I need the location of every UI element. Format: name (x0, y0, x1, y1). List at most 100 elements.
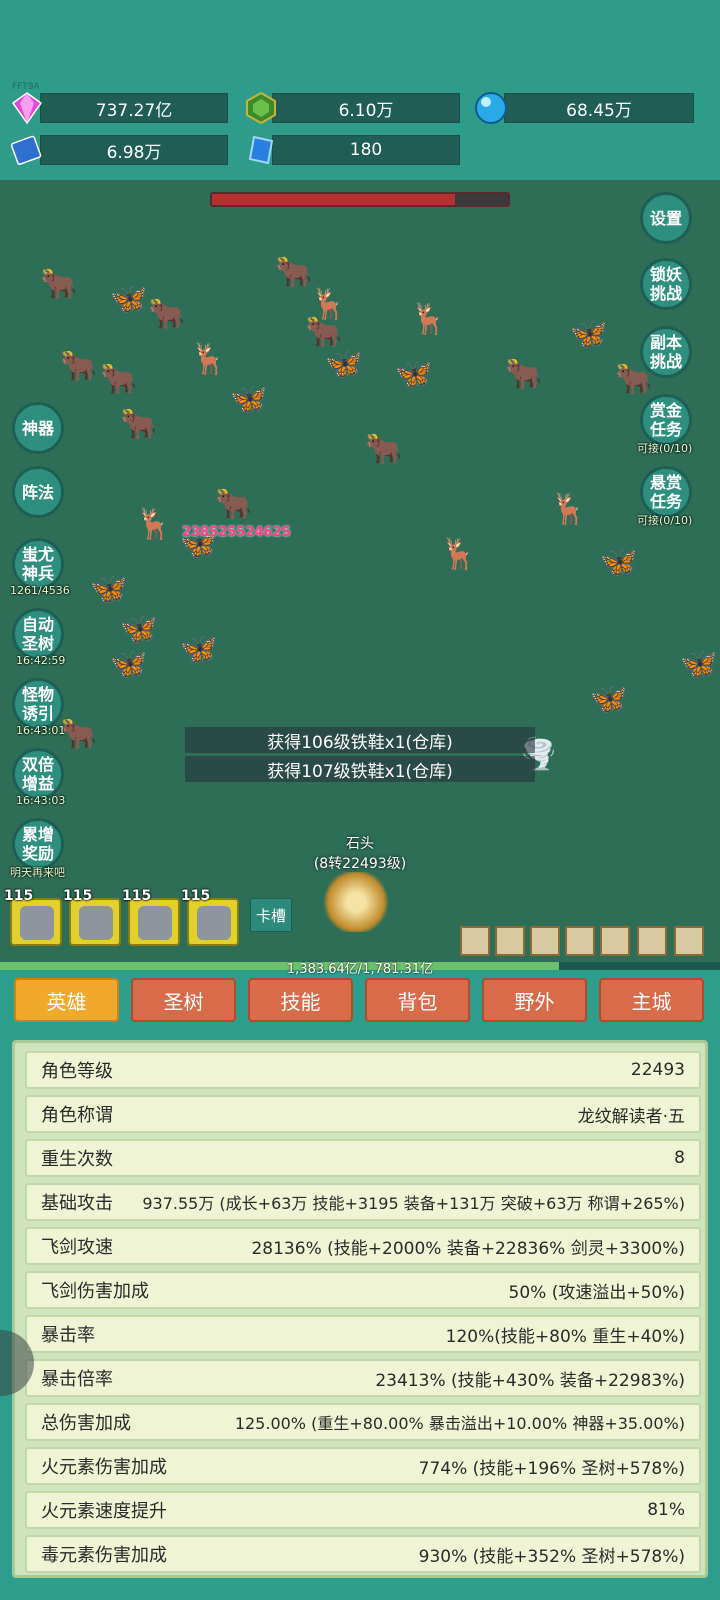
tab-main-city[interactable]: 主城 (599, 978, 704, 1022)
stat-row: 重生次数 8 (25, 1139, 701, 1177)
cumulative-reward-status: 明天再来吧 (10, 866, 65, 879)
stat-label: 重生次数 (41, 1149, 113, 1170)
monster-lure-button[interactable]: 怪物诱引 (12, 678, 64, 730)
tab-skills[interactable]: 技能 (248, 978, 353, 1022)
helmet-icon (79, 906, 113, 940)
artifact-button[interactable]: 神器 (12, 402, 64, 454)
skill-slot[interactable] (565, 926, 595, 956)
double-buff-button[interactable]: 双倍增益 (12, 748, 64, 800)
tab-holy-tree[interactable]: 圣树 (131, 978, 236, 1022)
dungeon-button[interactable]: 副本挑战 (640, 326, 692, 378)
hero-level: (8转22493级) (313, 856, 407, 872)
stat-label: 飞剑攻速 (41, 1237, 113, 1258)
artifact-label: 神器 (21, 418, 54, 438)
skill-slot[interactable] (674, 926, 704, 956)
book-counter: 6.98万 (40, 135, 228, 165)
chiyou-weapon-progress: 1261/4536 (10, 584, 70, 597)
skill-slot[interactable] (637, 926, 667, 956)
stat-row: 毒元素伤害加成 930% (技能+352% 圣树+578%) (25, 1535, 701, 1573)
main-tabs: 英雄 圣树 技能 背包 野外 主城 (0, 978, 720, 1028)
sword-icon (20, 906, 54, 940)
hero-stats-panel[interactable]: 角色等级 22493 角色称谓 龙纹解读者·五 重生次数 8 基础攻击 937.55万 … (12, 1040, 708, 1578)
exp-text: 1,383.64亿/1,781.31亿 (286, 962, 434, 977)
stat-row: 暴击率 120%(技能+80% 重生+40%) (25, 1315, 701, 1353)
stat-value: 937.55万 (成长+63万 技能+3195 装备+131万 突破+63万 称… (142, 1194, 685, 1213)
bounty-task-button[interactable]: 赏金任务 (640, 394, 692, 446)
skill-slot[interactable] (600, 926, 630, 956)
equip-level: 115 (63, 888, 93, 904)
equip-level: 115 (181, 888, 211, 904)
loot-toast: 获得106级铁鞋x1(仓库) (185, 727, 535, 753)
dungeon-label: 副本挑战 (649, 333, 682, 371)
diamond-counter: 737.27亿 (40, 93, 228, 123)
stat-value: 81% (647, 1500, 685, 1520)
demon-tower-button[interactable]: 锁妖挑战 (640, 258, 692, 310)
stat-value: 龙纹解读者·五 (577, 1106, 685, 1127)
stat-row: 飞剑伤害加成 50% (攻速溢出+50%) (25, 1271, 701, 1309)
stat-value: 930% (技能+352% 圣树+578%) (418, 1546, 685, 1567)
stat-label: 飞剑伤害加成 (41, 1281, 149, 1302)
formation-label: 阵法 (21, 482, 54, 502)
settings-button[interactable]: 设置 (640, 192, 692, 244)
boss-hp-fill (212, 194, 455, 205)
stat-row: 基础攻击 937.55万 (成长+63万 技能+3195 装备+131万 突破+6… (25, 1183, 701, 1221)
stat-value: 23413% (技能+430% 装备+22983%) (375, 1370, 685, 1391)
hero-sprite (320, 872, 392, 932)
reward-task-label: 悬赏任务 (649, 473, 682, 511)
card-slot-button[interactable]: 卡槽 (250, 898, 292, 932)
skill-slot[interactable] (460, 926, 490, 956)
blue-orb-icon (474, 91, 508, 125)
equip-slot-armor[interactable]: 115 (122, 888, 180, 946)
green-gem-value: 6.10万 (338, 100, 394, 121)
stat-row: 火元素伤害加成 774% (技能+196% 圣树+578%) (25, 1447, 701, 1485)
equip-level: 115 (122, 888, 152, 904)
tab-wild[interactable]: 野外 (482, 978, 587, 1022)
chiyou-weapon-button[interactable]: 蚩尤神兵 (12, 538, 64, 590)
stat-row: 火元素速度提升 81% (25, 1491, 701, 1529)
book-icon (10, 133, 44, 167)
tab-hero[interactable]: 英雄 (14, 978, 119, 1022)
stat-value: 8 (674, 1148, 685, 1168)
double-buff-timer: 16:43:03 (16, 794, 66, 807)
stat-value: 125.00% (重生+80.00% 暴击溢出+10.00% 神器+35.00%… (234, 1414, 685, 1433)
auto-tree-button[interactable]: 自动圣树 (12, 608, 64, 660)
blue-orb-value: 68.45万 (566, 100, 632, 121)
armor-icon (138, 906, 172, 940)
settings-label: 设置 (649, 208, 682, 228)
green-gem-icon (244, 91, 278, 125)
cumulative-reward-button[interactable]: 累增奖励 (12, 818, 64, 870)
hero-name: 石头 (346, 836, 374, 852)
chiyou-weapon-label: 蚩尤神兵 (21, 545, 54, 583)
stat-value: 50% (攻速溢出+50%) (508, 1282, 685, 1303)
green-gem-counter: 6.10万 (272, 93, 460, 123)
bounty-task-label: 赏金任务 (649, 401, 682, 439)
stat-value: 22493 (630, 1060, 685, 1080)
stat-row: 角色称谓 龙纹解读者·五 (25, 1095, 701, 1133)
double-buff-label: 双倍增益 (21, 755, 54, 793)
auto-tree-timer: 16:42:59 (16, 654, 66, 667)
tab-bag[interactable]: 背包 (365, 978, 470, 1022)
monster-lure-timer: 16:43:01 (16, 724, 66, 737)
monster-lure-label: 怪物诱引 (21, 685, 54, 723)
cumulative-reward-label: 累增奖励 (21, 825, 54, 863)
equip-slot-helmet[interactable]: 115 (63, 888, 121, 946)
stat-label: 总伤害加成 (41, 1413, 131, 1434)
stat-label: 火元素伤害加成 (41, 1457, 167, 1478)
reward-task-count: 可接(0/10) (637, 514, 693, 527)
skill-slot[interactable] (530, 926, 560, 956)
skill-slot[interactable] (495, 926, 525, 956)
boots-icon (197, 906, 231, 940)
equip-slot-weapon[interactable]: 115 (4, 888, 62, 946)
stat-label: 暴击率 (41, 1325, 95, 1346)
stat-label: 暴击倍率 (41, 1369, 113, 1390)
stat-label: 毒元素伤害加成 (41, 1545, 167, 1566)
equip-slot-boots[interactable]: 115 (181, 888, 239, 946)
stat-label: 基础攻击 (41, 1193, 113, 1214)
stat-label: 角色称谓 (41, 1105, 113, 1126)
stat-value: 120%(技能+80% 重生+40%) (445, 1326, 685, 1347)
reward-task-button[interactable]: 悬赏任务 (640, 466, 692, 518)
formation-button[interactable]: 阵法 (12, 466, 64, 518)
bounty-task-count: 可接(0/10) (637, 442, 693, 455)
diamond-value: 737.27亿 (95, 100, 173, 121)
stat-value: 28136% (技能+2000% 装备+22836% 剑灵+3300%) (251, 1238, 685, 1259)
